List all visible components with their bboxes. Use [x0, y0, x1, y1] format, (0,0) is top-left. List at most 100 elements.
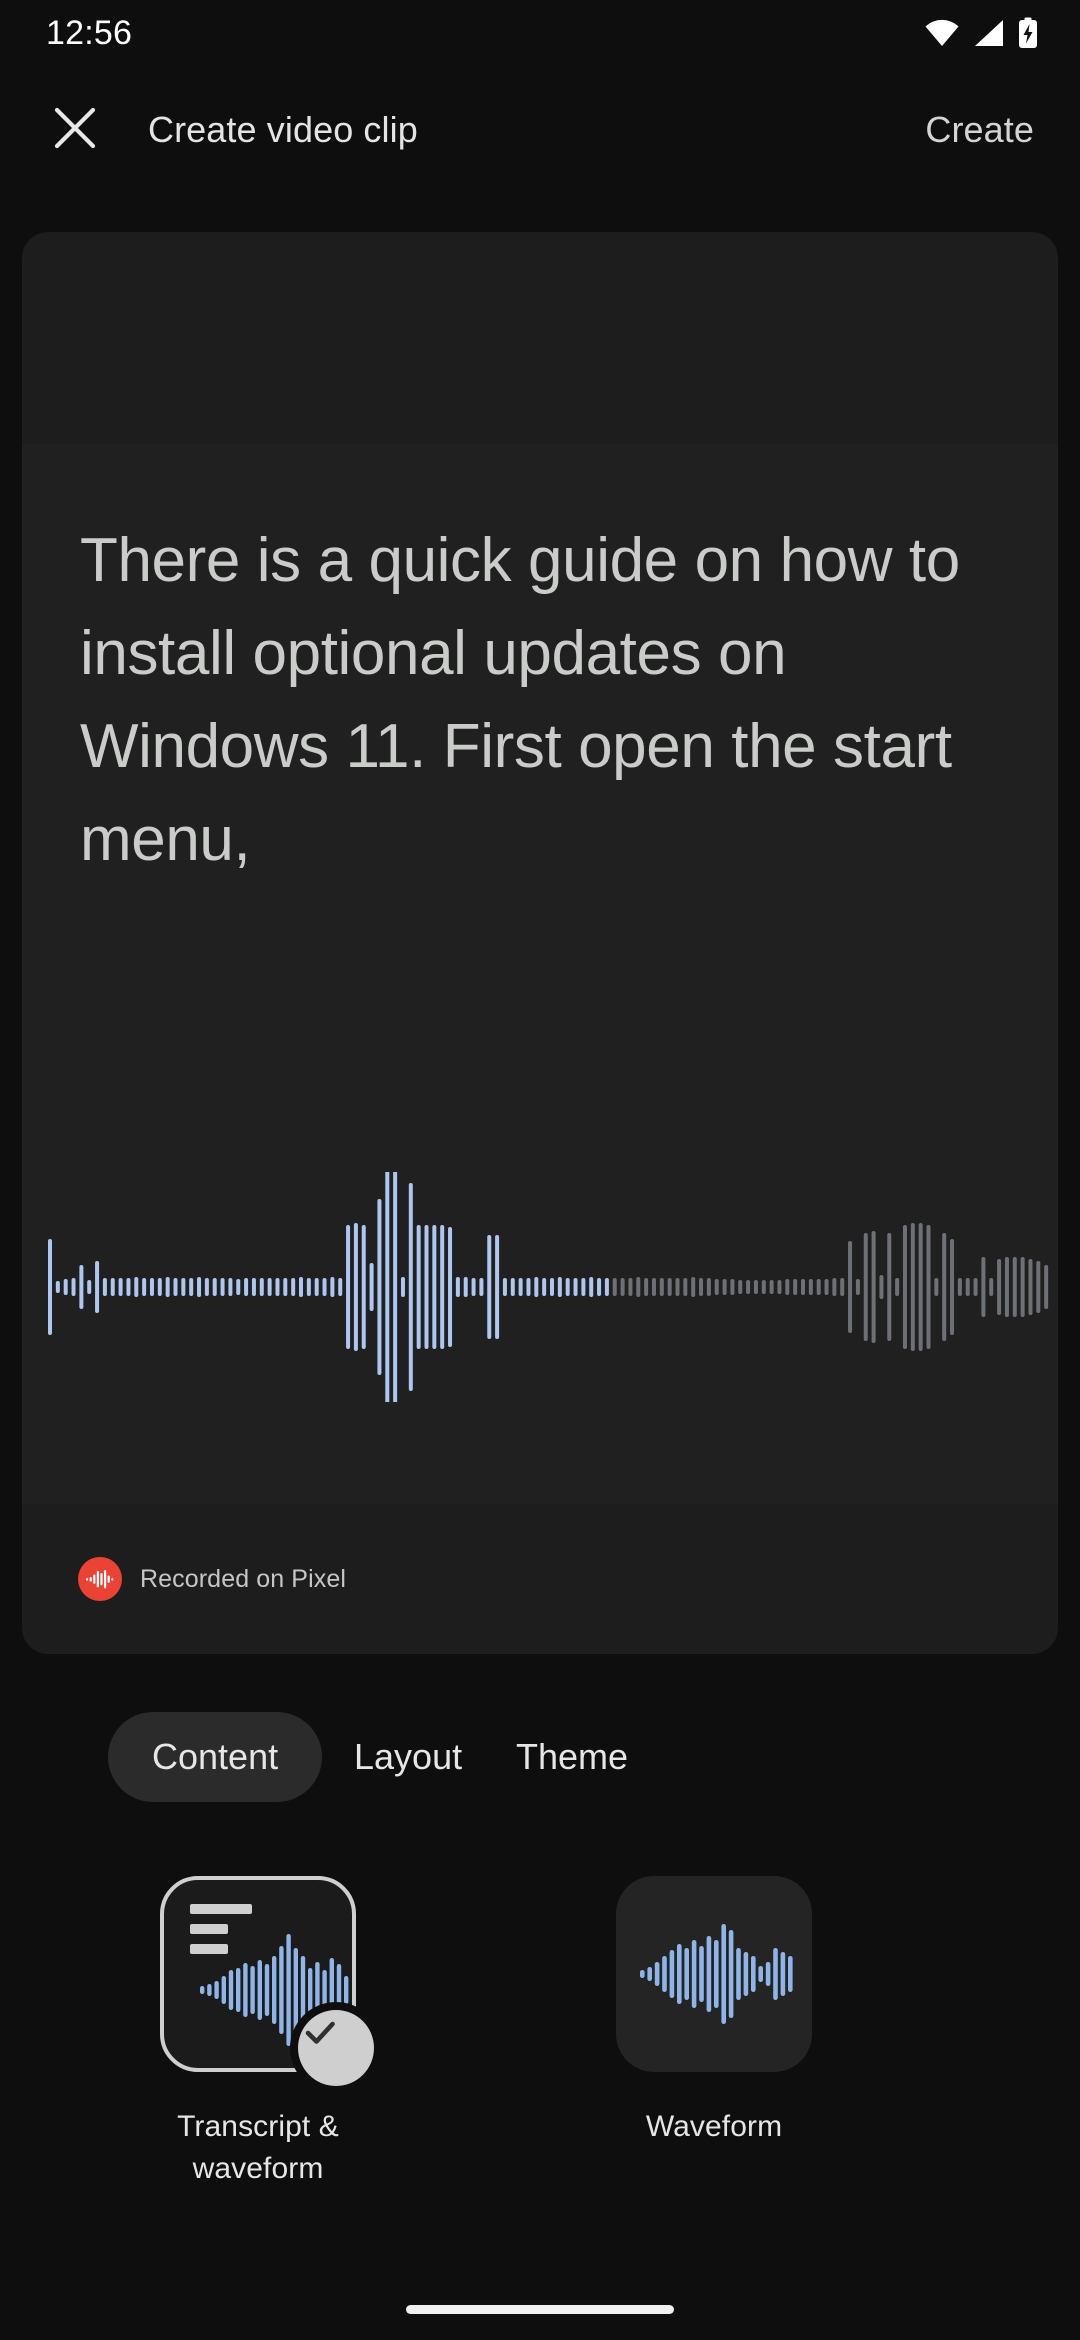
waveform-bar	[895, 1278, 900, 1296]
waveform-bar	[165, 1277, 170, 1297]
recorded-on-pixel-label: Recorded on Pixel	[140, 1564, 346, 1593]
waveform-bar	[279, 1946, 284, 2034]
waveform-bar	[377, 1199, 382, 1375]
waveform-bar	[149, 1278, 154, 1296]
waveform-bar	[808, 1279, 813, 1295]
close-button[interactable]	[44, 99, 106, 161]
waveform-bar	[95, 1261, 100, 1313]
waveform-bar	[204, 1278, 209, 1296]
waveform-bar	[189, 1278, 194, 1296]
waveform-bar	[510, 1278, 515, 1296]
waveform-bar	[134, 1277, 139, 1297]
waveform-bar	[361, 1225, 366, 1349]
video-clip-preview[interactable]: There is a quick guide on how to install…	[22, 232, 1058, 1654]
waveform-bar	[228, 1970, 234, 2010]
waveform-bar	[879, 1275, 884, 1299]
waveform-bar	[1028, 1259, 1033, 1315]
waveform-bar	[518, 1278, 523, 1296]
waveform-bar	[636, 1277, 641, 1297]
waveform-bar	[157, 1278, 162, 1296]
wifi-icon	[924, 19, 960, 47]
status-bar-clock: 12:56	[46, 13, 133, 52]
waveform-bar	[455, 1277, 460, 1297]
waveform-bar	[118, 1278, 123, 1296]
option-waveform-label: Waveform	[645, 2110, 783, 2143]
waveform-bar	[79, 1265, 84, 1309]
waveform-bar	[699, 1946, 704, 2002]
waveform-bar	[1012, 1257, 1017, 1317]
waveform-bar	[212, 1278, 217, 1296]
waveform-bar	[286, 1934, 291, 2046]
waveform-bar	[330, 1277, 335, 1297]
waveform-bar	[730, 1279, 735, 1295]
waveform-bar	[683, 1278, 688, 1296]
waveform-bar	[557, 1277, 562, 1297]
waveform-bar	[55, 1281, 60, 1293]
waveform-bar	[957, 1278, 962, 1296]
waveform-bar	[691, 1940, 697, 2008]
waveform-bar	[751, 1956, 756, 1992]
waveform-bar	[197, 1277, 202, 1297]
tab-layout-label: Layout	[354, 1736, 463, 1777]
waveform-bar	[432, 1225, 437, 1349]
waveform-bar	[997, 1259, 1002, 1315]
waveform-bar	[220, 1278, 225, 1296]
waveform-bar	[408, 1183, 413, 1391]
waveform-bar	[495, 1235, 500, 1339]
waveform-bar	[565, 1278, 570, 1296]
waveform-bar	[1004, 1257, 1009, 1317]
option-waveform[interactable]: Waveform	[616, 1876, 812, 2148]
tab-theme[interactable]: Theme	[472, 1712, 672, 1802]
waveform-bar	[714, 1279, 719, 1295]
battery-charging-icon	[1018, 17, 1038, 49]
waveform-bar	[824, 1279, 829, 1295]
waveform-bar	[550, 1278, 554, 1296]
transcript-waveform-thumb[interactable]	[160, 1876, 374, 2086]
waveform-bar	[910, 1223, 915, 1351]
waveform-bar	[259, 1278, 264, 1296]
waveform-bar	[746, 1280, 751, 1294]
waveform-bar	[573, 1278, 578, 1296]
waveform-bar	[228, 1278, 233, 1296]
phone-screen: 12:56 Create video clip Create There is …	[0, 0, 1080, 2340]
waveform-bar	[597, 1278, 602, 1296]
waveform-bar	[662, 1956, 667, 1992]
option-transcript-waveform[interactable]: Transcript & waveform	[160, 1876, 374, 2190]
waveform-bar	[534, 1277, 539, 1297]
home-gesture-handle[interactable]	[406, 2304, 674, 2314]
waveform-bar	[722, 1279, 727, 1295]
waveform-bar	[981, 1257, 986, 1317]
waveform-bar	[448, 1227, 453, 1347]
waveform-bar	[934, 1278, 939, 1296]
waveform-thumb[interactable]	[616, 1876, 812, 2072]
waveform-bar	[299, 1277, 303, 1297]
selected-check-badge	[298, 2010, 374, 2086]
waveform-bar	[236, 1279, 241, 1295]
status-bar-icons	[924, 17, 1038, 49]
recorder-app-icon	[78, 1557, 122, 1601]
waveform-bar	[728, 1930, 734, 2018]
waveform-bar	[243, 1963, 248, 2017]
waveform-bar	[777, 1280, 782, 1294]
waveform-bar	[647, 1967, 652, 1981]
waveform-bar	[71, 1278, 76, 1296]
waveform-bar	[308, 1968, 313, 2012]
waveform-bar	[620, 1278, 625, 1296]
waveform-bar	[677, 1944, 682, 2004]
waveform-bar	[369, 1263, 374, 1311]
waveform-bar	[87, 1280, 92, 1294]
waveform-bar	[902, 1225, 907, 1349]
waveform-bar	[264, 1964, 270, 2016]
waveform-bar	[644, 1278, 649, 1296]
cellular-signal-icon	[973, 19, 1005, 47]
create-button[interactable]: Create	[925, 109, 1034, 151]
waveform-bar	[173, 1278, 178, 1296]
recorded-on-pixel-badge: Recorded on Pixel	[78, 1557, 346, 1601]
tab-content[interactable]: Content	[108, 1712, 323, 1802]
waveform-bar	[832, 1278, 837, 1296]
system-navigation-bar	[0, 2278, 1080, 2340]
waveform-bar	[706, 1278, 711, 1296]
waveform-bar	[942, 1233, 947, 1341]
waveform-bar	[887, 1233, 892, 1341]
waveform-bar	[236, 1968, 241, 2012]
